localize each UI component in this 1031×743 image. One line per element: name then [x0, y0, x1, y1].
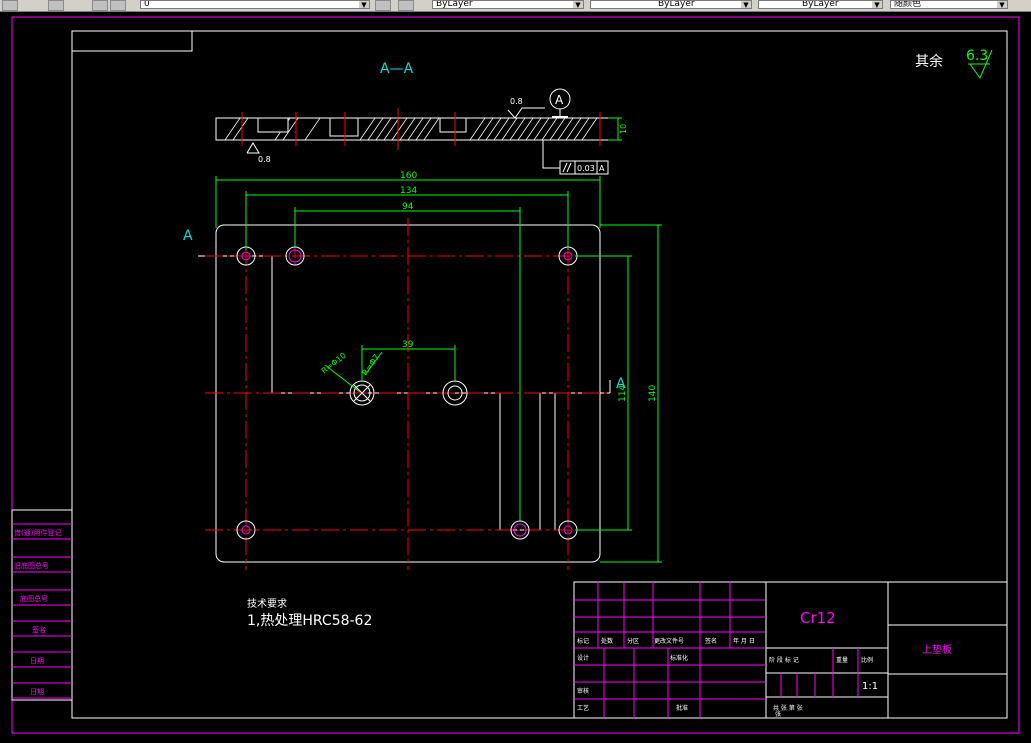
svg-text:0.03: 0.03 [577, 164, 595, 173]
section-view [215, 108, 619, 150]
drawing-svg: A—A 0.8 0.8 A 0.03 A 10 其余 6.3 A A 160 1… [11, 16, 1020, 734]
layer-icon[interactable] [2, 0, 18, 11]
part-name-label: 上垫板 [922, 643, 952, 656]
linetype-select-value: ByLayer [658, 0, 695, 9]
sheet-info-2: 张 [775, 710, 781, 718]
lightbulb-icon[interactable] [92, 0, 108, 11]
datum-symbol: A [549, 88, 571, 118]
chevron-down-icon: ▼ [573, 1, 583, 8]
layer-select[interactable]: 0 ▼ [140, 0, 370, 9]
tech-req-item: 1,热处理HRC58-62 [247, 613, 372, 629]
svg-text:A: A [555, 93, 564, 107]
scale-header: 比例 [861, 656, 873, 664]
layer-previous-icon[interactable] [398, 0, 414, 11]
dim-94: 94 [402, 202, 414, 212]
code-box [71, 30, 193, 52]
header-sign: 签名 [705, 637, 717, 645]
header-date: 年 月 日 [733, 637, 755, 645]
roughness-bottom-symbol: 0.8 [246, 142, 271, 164]
lineweight-select-value: ByLayer [802, 0, 839, 9]
roughness-rest-symbol: 6.3 [966, 48, 993, 80]
side-row-5: 日期 [30, 657, 44, 665]
side-table: 借(通)用件登记 旧底图总号 底图总号 签名 日期 日期 [11, 509, 73, 701]
dim-r7: R=Φ7 [360, 353, 381, 378]
side-row-4: 签名 [32, 625, 46, 634]
make-current-icon[interactable] [375, 0, 391, 11]
side-row-3: 底图总号 [20, 594, 48, 603]
scale-label: 1:1 [862, 681, 878, 692]
dim-39: 39 [402, 340, 414, 350]
side-row-2: 旧底图总号 [14, 561, 49, 570]
outer-border [11, 16, 1020, 734]
title-block: Cr12 上垫板 1:1 标记 处数 分区 更改文件号 签名 年 月 日 设计 … [573, 581, 1008, 719]
lock-icon[interactable] [110, 0, 126, 11]
weight-header: 重量 [836, 656, 848, 664]
roughness-rest-label: 其余 [915, 53, 943, 70]
stage-header: 阶 段 标 记 [769, 656, 799, 664]
roughness-top-symbol: 0.8 [507, 97, 545, 119]
lineweight-select[interactable]: ByLayer ▼ [758, 0, 883, 9]
drawing-canvas[interactable]: A—A 0.8 0.8 A 0.03 A 10 其余 6.3 A A 160 1… [0, 12, 1031, 739]
color-select-value: ByLayer [436, 0, 473, 9]
side-row-1: 借(通)用件登记 [14, 528, 61, 537]
svg-text:0.8: 0.8 [258, 155, 271, 164]
svg-text:10: 10 [619, 124, 628, 134]
material-label: Cr12 [800, 609, 836, 627]
header-zone: 分区 [627, 637, 639, 645]
tech-req-title: 技术要求 [247, 597, 287, 610]
cut-label-left: A [183, 228, 193, 244]
row-design: 设计 [577, 654, 589, 662]
plan-view: A A [183, 218, 626, 570]
section-label: A—A [380, 61, 414, 77]
svg-text:0.8: 0.8 [510, 97, 523, 106]
row-standard: 标准化 [670, 654, 688, 662]
plotstyle-select[interactable]: 随颜色 ▼ [890, 0, 1008, 9]
header-change-doc: 更改文件号 [654, 637, 684, 645]
dim-114: 114 [618, 385, 628, 402]
dimensions [215, 176, 662, 563]
dim-140: 140 [648, 385, 658, 402]
row-approve: 批准 [676, 704, 688, 712]
dim-134: 134 [400, 186, 417, 196]
inner-border [71, 30, 1008, 719]
plotstyle-select-value: 随颜色 [894, 0, 922, 9]
layer-select-value: 0 [144, 0, 150, 9]
header-count: 处数 [601, 637, 613, 645]
svg-text:6.3: 6.3 [966, 48, 988, 64]
chevron-down-icon: ▼ [359, 1, 369, 8]
toolbar: 0 ▼ ByLayer ▼ ByLayer ▼ ByLayer ▼ 随颜色 ▼ [0, 0, 1031, 12]
chevron-down-icon: ▼ [997, 1, 1007, 8]
header-mark: 标记 [577, 637, 589, 645]
dim-160: 160 [400, 171, 417, 181]
parallel-tolerance-frame: 0.03 A [542, 140, 609, 175]
chevron-down-icon: ▼ [872, 1, 882, 8]
side-row-6: 日期 [30, 688, 44, 696]
color-select[interactable]: ByLayer ▼ [432, 0, 584, 9]
chevron-down-icon: ▼ [741, 1, 751, 8]
linetype-select[interactable]: ByLayer ▼ [590, 0, 752, 9]
layer-manager-icon[interactable] [48, 0, 64, 11]
svg-text:A: A [599, 164, 605, 173]
thickness-dimension: 10 [608, 117, 628, 141]
row-process: 工艺 [577, 704, 589, 712]
row-review: 审核 [577, 687, 589, 695]
